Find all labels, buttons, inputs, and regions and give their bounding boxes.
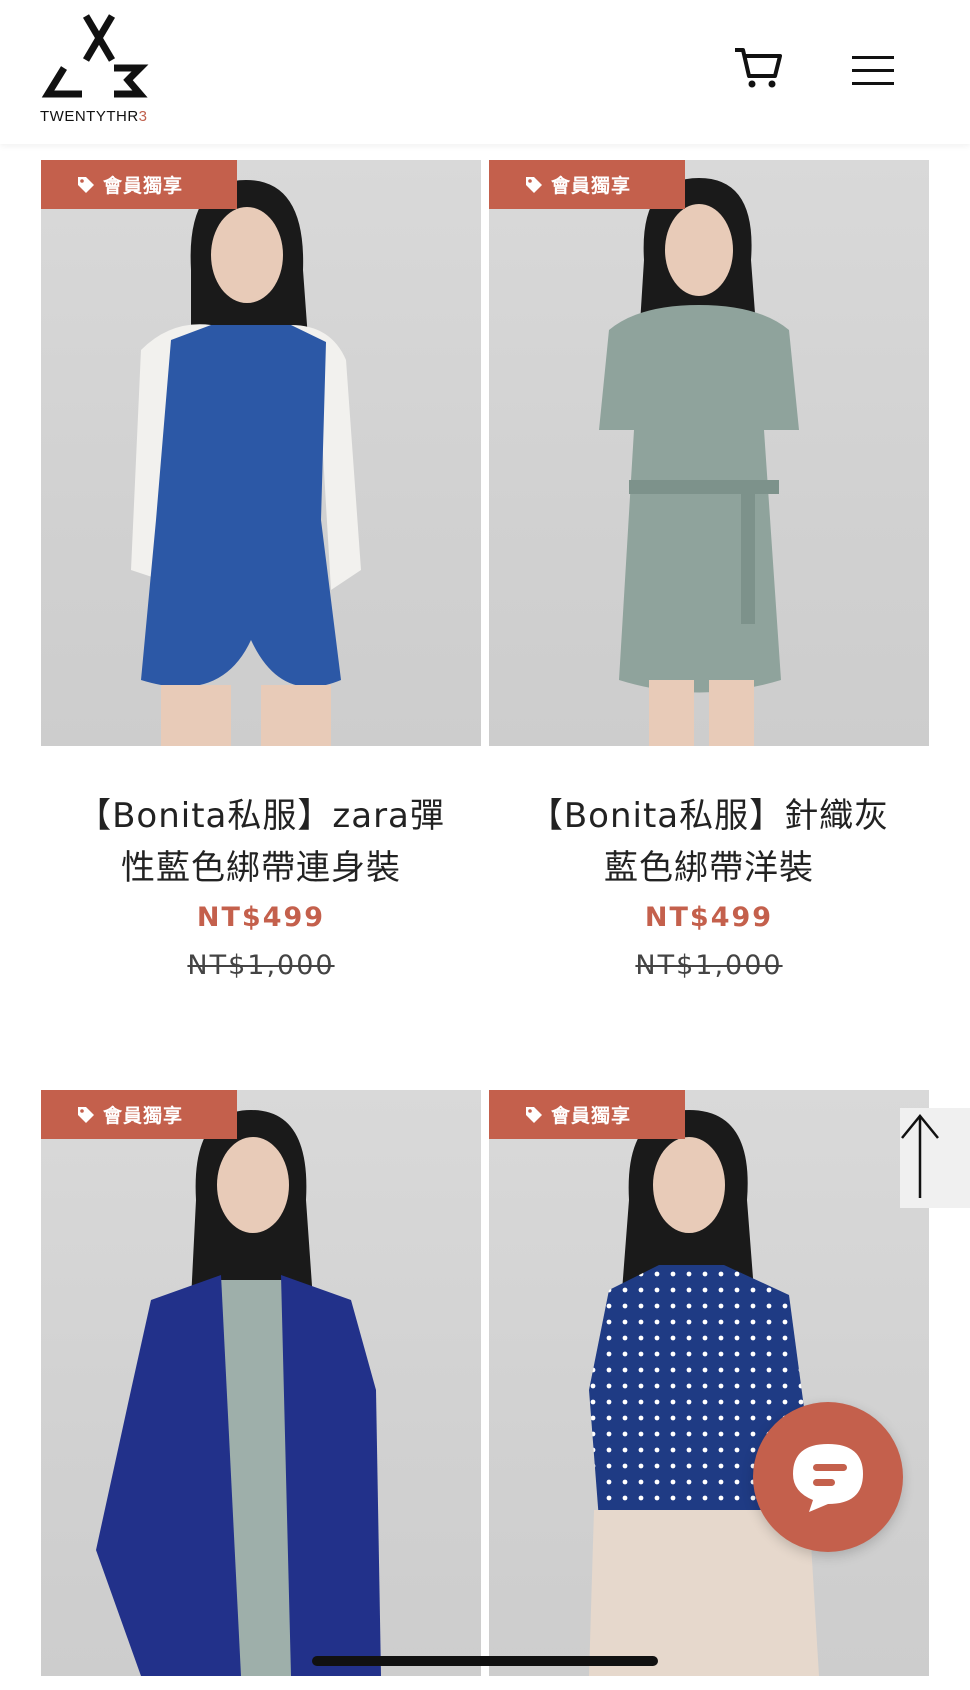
product-card[interactable]: 會員獨享 [41, 1090, 481, 1676]
product-title-line[interactable]: 性藍色綁帶連身裝 [41, 842, 481, 894]
product-title-line[interactable]: 藍色綁帶洋裝 [489, 842, 929, 894]
model-figure [589, 1110, 819, 1676]
original-price: NT$1,000 [635, 950, 783, 981]
arrow-up-icon [901, 1114, 939, 1198]
sale-price: NT$499 [644, 902, 774, 933]
original-price: NT$1,000 [187, 950, 335, 981]
badge-label: 會員獨享 [551, 175, 632, 197]
member-exclusive-badge: 會員獨享 [489, 160, 685, 209]
member-exclusive-badge: 會員獨享 [41, 1090, 237, 1139]
product-title[interactable]: 【Bonita私服】zara彈 性藍色綁帶連身裝 [41, 790, 481, 894]
product-title-line[interactable]: 【Bonita私服】zara彈 [41, 790, 481, 842]
logo-mark-icon [41, 14, 149, 98]
site-header: TWENTYTHR3 [0, 0, 970, 144]
badge-label: 會員獨享 [103, 1105, 184, 1127]
back-to-top-button[interactable] [900, 1108, 970, 1208]
tag-icon [526, 176, 542, 193]
product-garment [141, 325, 341, 687]
product-card[interactable]: 會員獨享 【Bonita私服】針織灰 藍色綁帶洋裝 NT$499 NT$1,00… [489, 160, 929, 1000]
model-figure [131, 180, 361, 746]
brand-wordmark: TWENTYTHR3 [40, 108, 148, 125]
product-card[interactable]: 會員獨享 [489, 1090, 929, 1676]
product-image[interactable]: 會員獨享 [41, 1090, 481, 1676]
tag-icon [78, 1106, 94, 1123]
product-title-line[interactable]: 【Bonita私服】針織灰 [489, 790, 929, 842]
badge-label: 會員獨享 [103, 175, 184, 197]
product-title[interactable]: 【Bonita私服】針織灰 藍色綁帶洋裝 [489, 790, 929, 894]
model-figure [96, 1110, 381, 1676]
menu-icon[interactable] [852, 54, 894, 88]
chat-icon [793, 1444, 863, 1512]
product-image[interactable]: 會員獨享 [489, 160, 929, 746]
product-image[interactable]: 會員獨享 [489, 1090, 929, 1676]
product-garment [96, 1275, 241, 1676]
badge-label: 會員獨享 [551, 1105, 632, 1127]
tag-icon [78, 176, 94, 193]
member-exclusive-badge: 會員獨享 [41, 160, 237, 209]
product-card[interactable]: 會員獨享 【Bonita私服】zara彈 性藍色綁帶連身裝 NT$499 NT$… [41, 160, 481, 1000]
sale-price: NT$499 [196, 902, 326, 933]
home-indicator[interactable] [312, 1656, 658, 1666]
tag-icon [526, 1106, 542, 1123]
model-figure [599, 178, 799, 746]
product-image[interactable]: 會員獨享 [41, 160, 481, 746]
cart-icon[interactable] [733, 46, 783, 90]
chat-button[interactable] [753, 1402, 903, 1552]
member-exclusive-badge: 會員獨享 [489, 1090, 685, 1139]
product-garment [599, 305, 799, 693]
